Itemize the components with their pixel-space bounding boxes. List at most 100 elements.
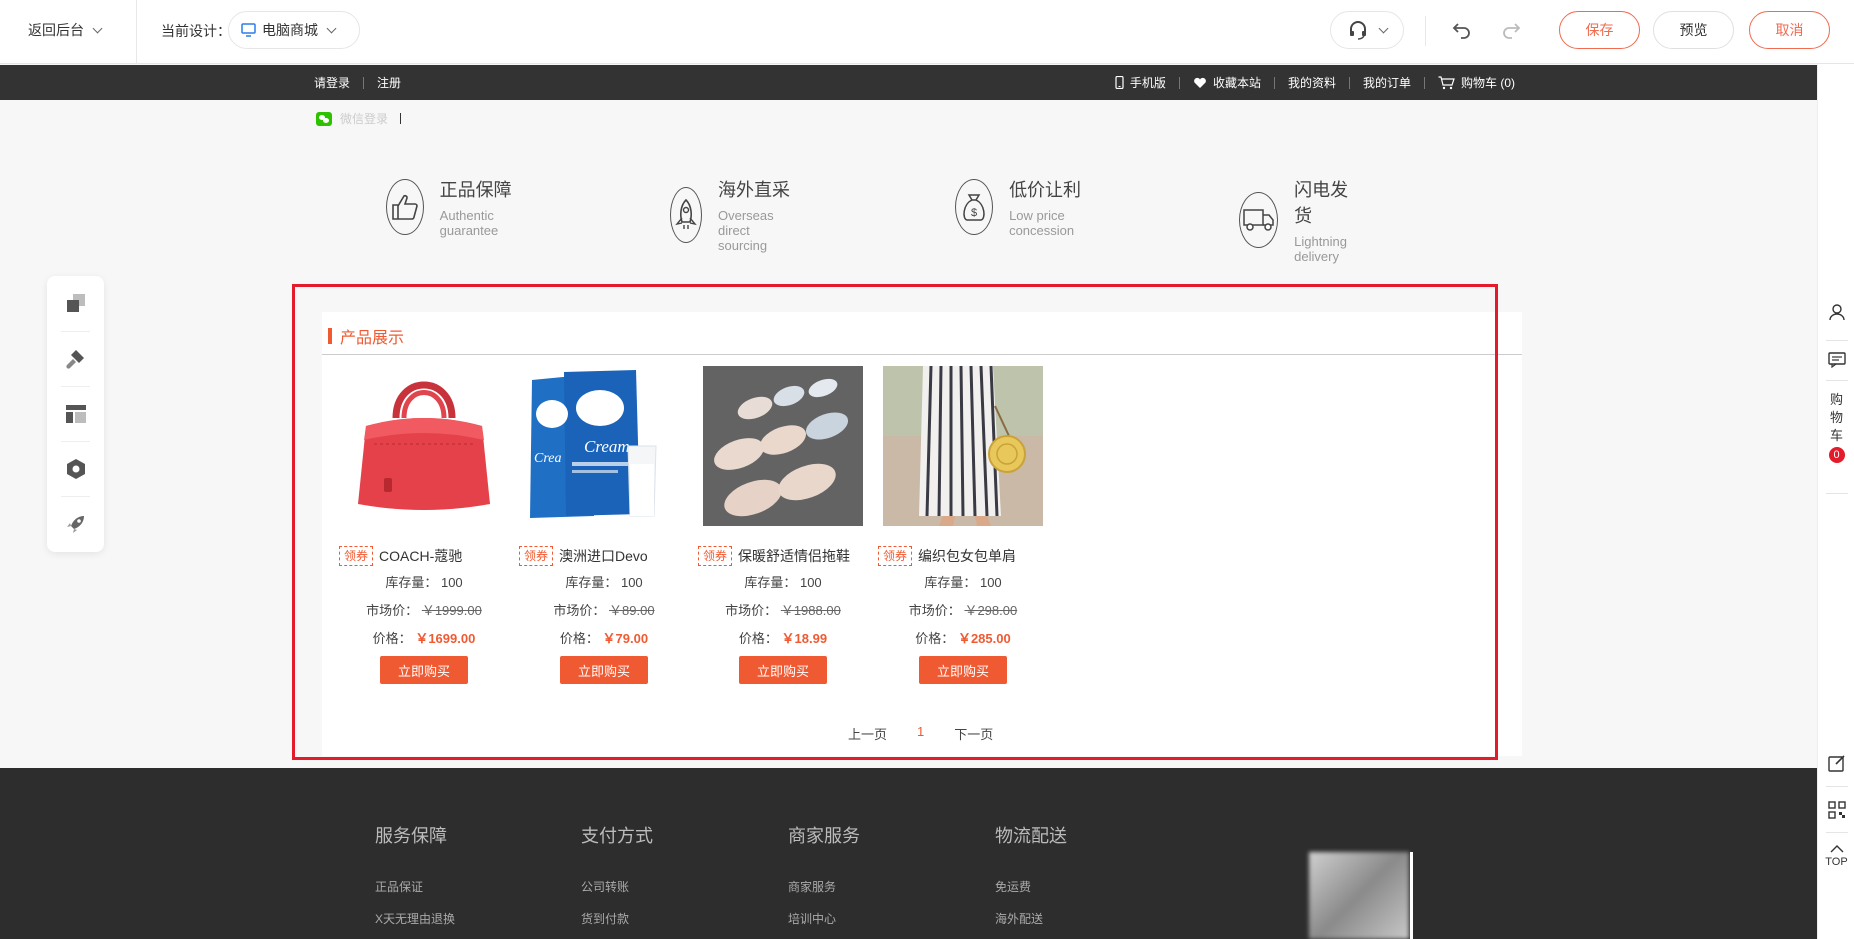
product-name[interactable]: 领券 编织包女包单肩 <box>878 546 1048 566</box>
product-name-text: 编织包女包单肩 <box>918 548 1017 564</box>
product-card: 领券 COACH-蔻驰 库存量： 100 市场价： ￥1999.00 价格： ￥… <box>339 366 509 684</box>
style-tool[interactable] <box>47 331 104 386</box>
back-to-admin-button[interactable]: 返回后台 <box>28 20 103 40</box>
coupon-badge[interactable]: 领券 <box>878 546 913 566</box>
footer-link[interactable]: 正品保证 <box>375 878 423 895</box>
footer-link[interactable]: 货到付款 <box>581 910 629 927</box>
side-cart[interactable]: 购物车 0 <box>1818 391 1854 463</box>
message-icon[interactable] <box>1818 352 1854 368</box>
market-price: ￥1988.00 <box>780 603 841 618</box>
footer-link[interactable]: 海外配送 <box>995 910 1043 927</box>
login-link[interactable]: 请登录 <box>314 74 350 91</box>
favorite-link[interactable]: 收藏本站 <box>1193 74 1261 91</box>
footer-link[interactable]: 商家服务 <box>788 878 836 895</box>
redo-icon[interactable] <box>1500 18 1522 43</box>
feature-subtitle: Lightning delivery <box>1294 234 1347 264</box>
editor-toolbar: 返回后台 当前设计： 电脑商城 保存 预览 取消 <box>0 0 1854 64</box>
price-label: 价格： <box>559 631 599 646</box>
design-select-value: 电脑商城 <box>262 22 318 38</box>
mobile-label: 手机版 <box>1129 76 1166 90</box>
product-name[interactable]: 领券 保暖舒适情侣拖鞋 <box>698 546 868 566</box>
back-to-top-button[interactable]: TOP <box>1818 844 1854 868</box>
cancel-button[interactable]: 取消 <box>1749 11 1830 49</box>
edit-icon[interactable] <box>1818 754 1854 772</box>
component-tool[interactable] <box>47 441 104 496</box>
footer-link[interactable]: 培训中心 <box>788 910 836 927</box>
user-icon[interactable] <box>1818 303 1854 321</box>
market-price-line: 市场价： ￥298.00 <box>878 600 1048 619</box>
current-page[interactable]: 1 <box>917 724 924 743</box>
stock-value: 100 <box>620 575 643 590</box>
market-price: ￥89.00 <box>609 603 655 618</box>
product-image[interactable]: Cream Crea <box>524 366 684 526</box>
text-cursor <box>400 113 402 124</box>
preview-button[interactable]: 预览 <box>1653 11 1734 49</box>
buy-now-button[interactable]: 立即购买 <box>739 656 827 684</box>
qr-code-icon[interactable] <box>1818 801 1854 819</box>
chevron-down-icon <box>92 23 103 33</box>
footer-link[interactable]: 免运费 <box>995 878 1031 895</box>
footer-column: 商家服务 商家服务 培训中心 <box>788 822 860 926</box>
next-page-link[interactable]: 下一页 <box>954 724 993 743</box>
nav-separator <box>363 76 365 89</box>
save-button[interactable]: 保存 <box>1559 11 1640 49</box>
stock-line: 库存量： 100 <box>519 572 689 591</box>
footer-link[interactable]: 公司转账 <box>581 878 629 895</box>
coupon-badge[interactable]: 领券 <box>698 546 733 566</box>
footer-link[interactable]: X天无理由退换 <box>375 910 455 927</box>
stock-value: 100 <box>799 575 822 590</box>
mobile-link[interactable]: 手机版 <box>1115 74 1166 91</box>
feature-item: $ 低价让利 Low price concession <box>955 176 1092 238</box>
buy-now-button[interactable]: 立即购买 <box>919 656 1007 684</box>
product-image[interactable] <box>703 366 863 526</box>
prev-page-link[interactable]: 上一页 <box>848 724 887 743</box>
feature-subtitle: Overseas direct sourcing <box>718 208 774 253</box>
cart-icon <box>1438 75 1455 89</box>
price-value: ￥18.99 <box>781 631 828 646</box>
product-module[interactable]: 产品展示 领券 COACH-蔻驰 库存量： 100 市场价： ￥1999.00 … <box>322 312 1522 756</box>
coupon-badge[interactable]: 领券 <box>339 546 374 566</box>
right-side-rail: 购物车 0 TOP <box>1817 64 1854 939</box>
buy-now-button[interactable]: 立即购买 <box>380 656 468 684</box>
qr-code-edge <box>1410 852 1413 939</box>
site-footer: 服务保障 正品保证 X天无理由退换 支付方式 公司转账 货到付款 商家服务 商家… <box>0 768 1817 939</box>
undo-icon[interactable] <box>1451 18 1473 43</box>
footer-column: 服务保障 正品保证 X天无理由退换 <box>375 822 455 926</box>
layout-icon <box>65 404 86 423</box>
nav-separator <box>1423 76 1425 89</box>
cart-link[interactable]: 购物车 (0) <box>1438 74 1515 91</box>
favorite-label: 收藏本站 <box>1212 76 1261 90</box>
footer-column-title: 商家服务 <box>788 826 860 846</box>
truck-icon <box>1239 192 1279 248</box>
layout-tool[interactable] <box>47 386 104 441</box>
rail-separator <box>1826 493 1848 494</box>
stock-label: 库存量： <box>744 575 797 590</box>
buy-now-button[interactable]: 立即购买 <box>560 656 648 684</box>
feature-title: 低价让利 <box>1009 180 1082 200</box>
price-value: ￥285.00 <box>957 631 1011 646</box>
rocket-icon <box>66 515 84 533</box>
layers-tool[interactable] <box>47 276 104 331</box>
chevron-up-icon <box>1830 845 1843 853</box>
wechat-login[interactable]: 微信登录 <box>316 110 402 127</box>
register-link[interactable]: 注册 <box>377 74 401 91</box>
feature-subtitle: Authentic guarantee <box>439 208 499 238</box>
rocket-icon <box>670 186 702 243</box>
design-select[interactable]: 电脑商城 <box>228 11 360 49</box>
product-name[interactable]: 领券 澳洲进口Devo <box>519 546 689 566</box>
market-label: 市场价： <box>366 603 419 618</box>
launch-tool[interactable] <box>47 496 104 551</box>
stock-value: 100 <box>440 575 463 590</box>
svg-text:$: $ <box>971 207 977 219</box>
product-name[interactable]: 领券 COACH-蔻驰 <box>339 546 509 566</box>
support-button[interactable] <box>1330 11 1404 49</box>
product-image[interactable] <box>344 366 504 526</box>
profile-link[interactable]: 我的资料 <box>1288 74 1336 91</box>
product-image[interactable] <box>883 366 1043 526</box>
svg-text:Crea: Crea <box>534 451 561 466</box>
product-card: 领券 保暖舒适情侣拖鞋 库存量： 100 市场价： ￥1988.00 价格： ￥… <box>698 366 868 684</box>
coupon-badge[interactable]: 领券 <box>519 546 554 566</box>
side-cart-label: 购物车 <box>1829 392 1843 443</box>
footer-column-title: 支付方式 <box>581 826 653 846</box>
orders-link[interactable]: 我的订单 <box>1363 74 1411 91</box>
